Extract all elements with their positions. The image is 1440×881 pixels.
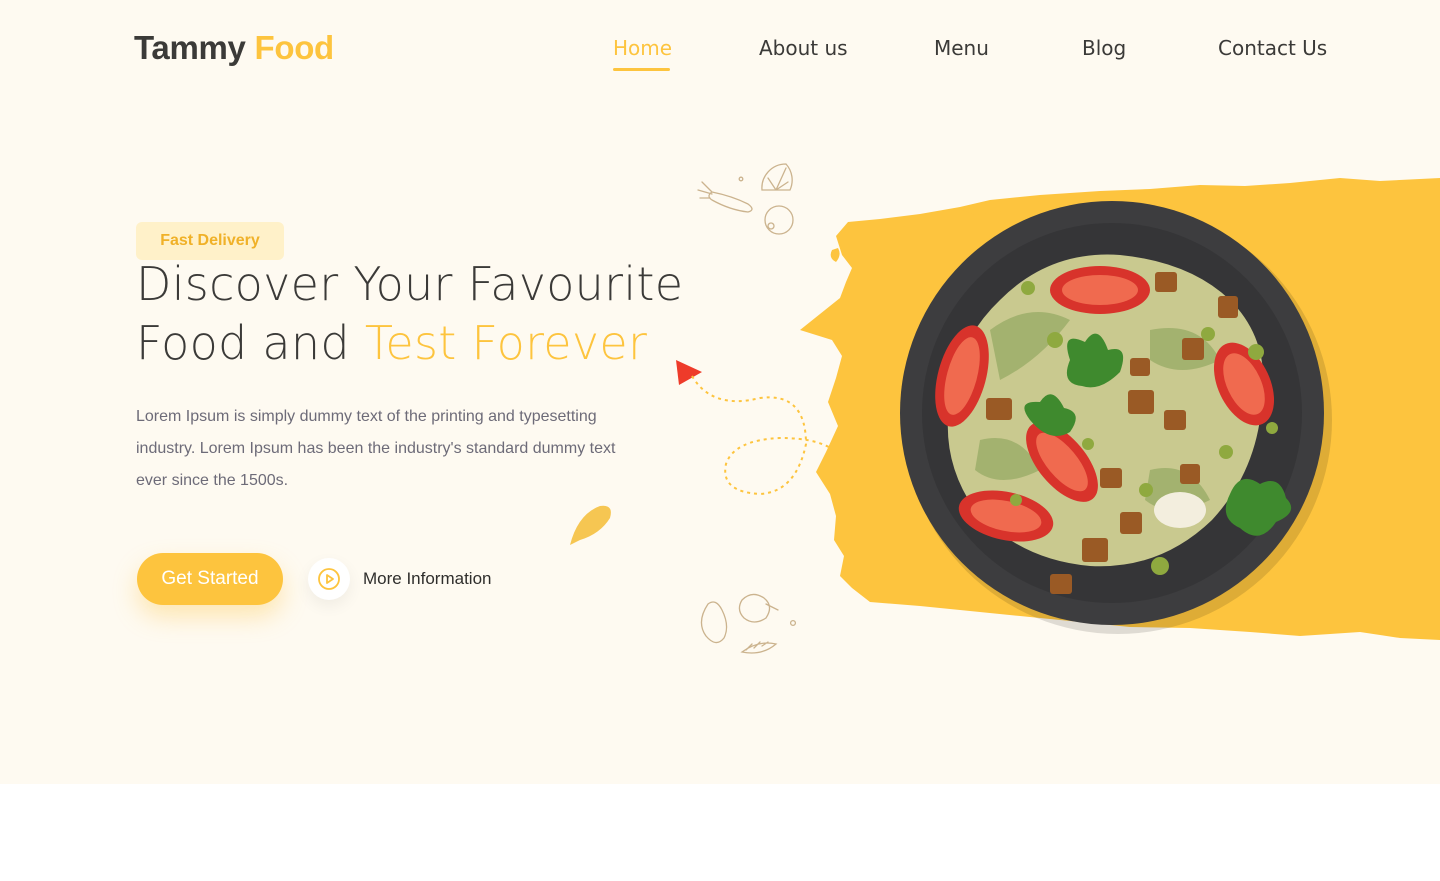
plate: [900, 201, 1324, 625]
salad-mass: [947, 254, 1264, 567]
more-information-link[interactable]: More Information: [308, 558, 492, 600]
doodle-dot-2: [789, 619, 797, 627]
tomato-right: [1213, 342, 1275, 426]
hero-headline: Discover Your Favourite Food and Test Fo…: [136, 255, 683, 373]
hero-illustration: [800, 178, 1440, 640]
pepper-icon: [700, 601, 728, 644]
egg-white: [1154, 492, 1206, 528]
leaf-icon: [740, 641, 778, 654]
play-icon: [318, 568, 340, 590]
brand-logo[interactable]: Tammy Food: [134, 29, 334, 67]
nav-item-blog[interactable]: Blog: [1082, 36, 1126, 60]
nav-item-about-us[interactable]: About us: [759, 36, 848, 60]
headline-line1: Discover Your Favourite: [136, 257, 684, 311]
more-information-label: More Information: [363, 569, 492, 588]
brush-splash-top: [960, 204, 1004, 215]
croutons: [986, 272, 1238, 594]
nav-item-home[interactable]: Home: [613, 36, 672, 60]
hero-description: Lorem Ipsum is simply dummy text of the …: [136, 408, 616, 489]
brush-splash-left: [830, 248, 840, 262]
tomato-top-inner: [1062, 275, 1138, 305]
salad-greens: [975, 312, 1220, 510]
doodle-layer: [570, 163, 837, 654]
play-circle-icon[interactable]: [308, 558, 350, 600]
nav-active-indicator: [613, 68, 670, 71]
dotted-path: [691, 375, 837, 496]
tomato-bottom: [958, 490, 1054, 542]
tomato-bottom-inner: [970, 499, 1042, 533]
tomato-top: [1050, 266, 1150, 314]
carrot-icon: [697, 181, 753, 213]
brand-name-part1: Tammy: [134, 29, 246, 66]
plate-inner: [922, 223, 1302, 603]
headline-line2-plain: Food and: [136, 316, 350, 370]
headline-line2-accent: Test Forever: [364, 316, 648, 370]
yellow-leaf-icon: [570, 505, 611, 545]
eggplant-icon: [738, 593, 779, 623]
peas: [1010, 281, 1278, 575]
lemon-icon: [761, 163, 793, 191]
hero-section: Tammy Food Home About us Menu Blog Conta…: [0, 0, 1440, 784]
tomato-right-inner: [1223, 353, 1265, 415]
nav-item-menu[interactable]: Menu: [934, 36, 989, 60]
tomato-left-inner: [944, 337, 980, 415]
get-started-button[interactable]: Get Started: [137, 553, 283, 605]
onion-icon: [764, 205, 794, 235]
nav-item-contact-us[interactable]: Contact Us: [1218, 36, 1327, 60]
tomato-center-inner: [1036, 432, 1088, 492]
tomato-center: [1026, 422, 1098, 502]
tomato-left: [935, 325, 989, 427]
parsley: [1024, 333, 1292, 536]
doodle-dot: [738, 176, 744, 182]
yellow-brush-shape: [800, 178, 1440, 640]
plate-shadow: [904, 206, 1332, 634]
brand-name-part2: Food: [254, 29, 334, 66]
